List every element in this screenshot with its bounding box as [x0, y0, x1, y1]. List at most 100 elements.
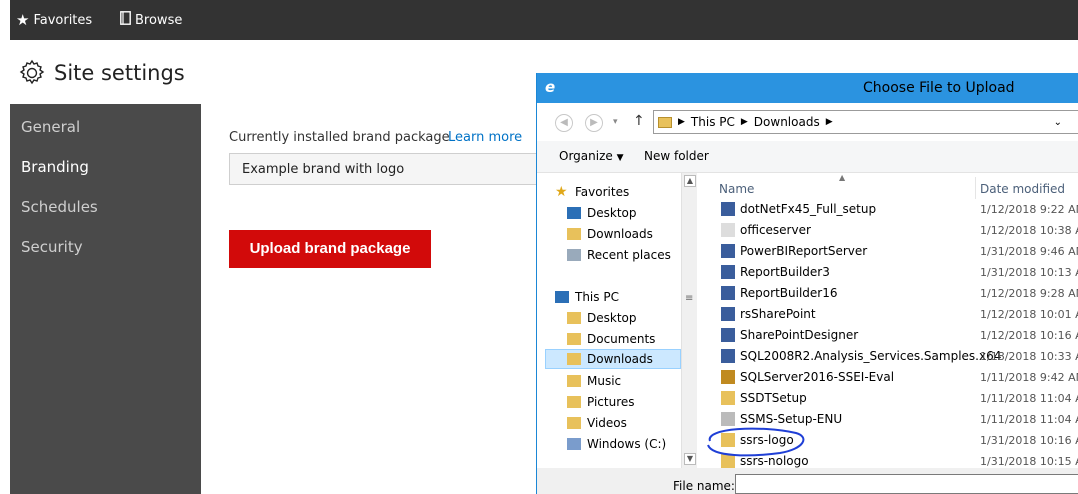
file-date: 1/31/2018 10:16 AM	[980, 434, 1078, 447]
desktop-icon	[567, 312, 581, 324]
page-title: Site settings	[18, 59, 185, 87]
file-row[interactable]: ReportBuilder3 1/31/2018 10:13 AM	[697, 262, 1078, 283]
file-row[interactable]: officeserver 1/12/2018 10:38 AM	[697, 220, 1078, 241]
top-nav-bar: ★ Favorites Browse	[10, 0, 1078, 40]
file-row[interactable]: SSDTSetup 1/11/2018 11:04 AM	[697, 388, 1078, 409]
drive-icon	[567, 438, 581, 450]
file-row[interactable]: ReportBuilder16 1/12/2018 9:28 AM	[697, 283, 1078, 304]
file-row[interactable]: SQL2008R2.Analysis_Services.Samples.x64 1…	[697, 346, 1078, 367]
chevron-down-icon[interactable]: ⌄	[1054, 117, 1062, 128]
tree-label: Downloads	[587, 227, 653, 241]
dialog-title-bar: e Choose File to Upload	[537, 73, 1078, 103]
tree-label: Videos	[587, 416, 627, 430]
file-row[interactable]: SharePointDesigner 1/12/2018 10:16 AM	[697, 325, 1078, 346]
tree-label: Documents	[587, 332, 656, 346]
forward-button[interactable]: ▶	[585, 114, 603, 132]
file-row[interactable]: rsSharePoint 1/12/2018 10:01 AM	[697, 304, 1078, 325]
tree-label: Music	[587, 374, 622, 388]
chevron-right-icon: ▶	[825, 117, 833, 127]
upload-brand-package-button[interactable]: Upload brand package	[229, 230, 431, 268]
tree-item-downloads-selected[interactable]: Downloads	[545, 349, 681, 369]
tree-label: Desktop	[587, 311, 637, 325]
file-row[interactable]: SQLServer2016-SSEI-Eval 1/11/2018 9:42 AM	[697, 367, 1078, 388]
address-row: ◀ ▶ ▾ ↑ ▶ This PC ▶ Downloads ▶ ⌄	[537, 103, 1078, 141]
tree-item-recent-places[interactable]: Recent places	[567, 245, 681, 265]
tree-item-documents[interactable]: Documents	[567, 329, 681, 349]
documents-icon	[567, 333, 581, 345]
file-name: ReportBuilder3	[740, 265, 830, 279]
file-date: 1/31/2018 10:13 AM	[980, 266, 1078, 279]
column-header-name[interactable]: Name	[719, 177, 974, 199]
tree-item-windows-c[interactable]: Windows (C:)	[567, 434, 681, 454]
organize-button[interactable]: Organize ▼	[559, 149, 624, 163]
tree-item-this-pc[interactable]: This PC	[555, 287, 681, 307]
nav-browse-label: Browse	[135, 12, 183, 28]
sidebar-item-security[interactable]: Security	[21, 238, 83, 256]
file-name-input[interactable]	[735, 474, 1078, 494]
tree-item-downloads[interactable]: Downloads	[567, 224, 681, 244]
star-icon: ★	[16, 11, 30, 29]
file-icon	[721, 244, 735, 258]
ie-icon: e	[545, 78, 556, 96]
file-icon	[721, 391, 735, 405]
file-name: SQLServer2016-SSEI-Eval	[740, 370, 895, 384]
file-icon	[721, 307, 735, 321]
page-title-text: Site settings	[54, 61, 185, 85]
file-date: 1/12/2018 9:28 AM	[980, 287, 1078, 300]
nav-favorites[interactable]: ★ Favorites	[16, 0, 92, 40]
file-icon	[721, 286, 735, 300]
file-date: 1/31/2018 10:15 AM	[980, 455, 1078, 468]
file-icon	[721, 328, 735, 342]
sidebar-item-branding[interactable]: Branding	[21, 158, 89, 176]
tree-label: Favorites	[575, 185, 630, 199]
tree-item-videos[interactable]: Videos	[567, 413, 681, 433]
tree-item-desktop[interactable]: Desktop	[567, 308, 681, 328]
scroll-thumb[interactable]: ≡	[685, 293, 693, 304]
column-header-date[interactable]: Date modified	[975, 177, 1078, 199]
videos-icon	[567, 417, 581, 429]
file-name: rsSharePoint	[740, 307, 816, 321]
desktop-icon	[567, 207, 581, 219]
sidebar-item-general[interactable]: General	[21, 118, 80, 136]
tree-label: This PC	[575, 290, 619, 304]
breadcrumb-downloads[interactable]: Downloads	[754, 115, 820, 129]
file-name: SharePointDesigner	[740, 328, 859, 342]
address-bar[interactable]: ▶ This PC ▶ Downloads ▶ ⌄	[653, 110, 1078, 134]
file-date: 1/12/2018 10:38 AM	[980, 224, 1078, 237]
tree-label: Downloads	[587, 352, 653, 366]
breadcrumb-this-pc[interactable]: This PC	[691, 115, 735, 129]
document-icon	[120, 11, 131, 29]
tree-label: Desktop	[587, 206, 637, 220]
brand-package-label: Currently installed brand package	[229, 130, 450, 145]
tree-scrollbar[interactable]: ▲ ≡ ▼	[681, 173, 697, 468]
back-button[interactable]: ◀	[555, 114, 573, 132]
recent-locations-icon[interactable]: ▾	[613, 117, 618, 127]
file-date: 1/31/2018 9:46 AM	[980, 245, 1078, 258]
file-row[interactable]: dotNetFx45_Full_setup 1/12/2018 9:22 AM	[697, 199, 1078, 220]
chevron-right-icon: ▶	[678, 117, 685, 127]
chevron-down-icon[interactable]: ▼	[684, 453, 696, 465]
pictures-icon	[567, 396, 581, 408]
file-name: SSDTSetup	[740, 391, 807, 405]
up-arrow-icon[interactable]: ↑	[633, 113, 645, 129]
tree-item-favorites[interactable]: ★ Favorites	[555, 182, 681, 202]
tree-item-pictures[interactable]: Pictures	[567, 392, 681, 412]
tree-item-desktop[interactable]: Desktop	[567, 203, 681, 223]
file-icon	[721, 265, 735, 279]
tree-label: Windows (C:)	[587, 437, 667, 451]
chevron-right-icon: ▶	[740, 117, 748, 127]
learn-more-link[interactable]: Learn more	[448, 130, 522, 145]
tree-item-music[interactable]: Music	[567, 371, 681, 391]
annotation-circle	[707, 427, 805, 457]
gear-icon	[19, 59, 45, 85]
nav-browse[interactable]: Browse	[120, 0, 182, 40]
chevron-up-icon[interactable]: ▲	[684, 175, 696, 187]
new-folder-button[interactable]: New folder	[644, 149, 709, 163]
file-name-label: File name:	[673, 479, 735, 493]
file-row[interactable]: PowerBIReportServer 1/31/2018 9:46 AM	[697, 241, 1078, 262]
dialog-toolbar: Organize ▼ New folder	[537, 141, 1078, 173]
file-name: ReportBuilder16	[740, 286, 838, 300]
sidebar-item-schedules[interactable]: Schedules	[21, 198, 98, 216]
tree-label: Pictures	[587, 395, 635, 409]
recent-icon	[567, 249, 581, 261]
